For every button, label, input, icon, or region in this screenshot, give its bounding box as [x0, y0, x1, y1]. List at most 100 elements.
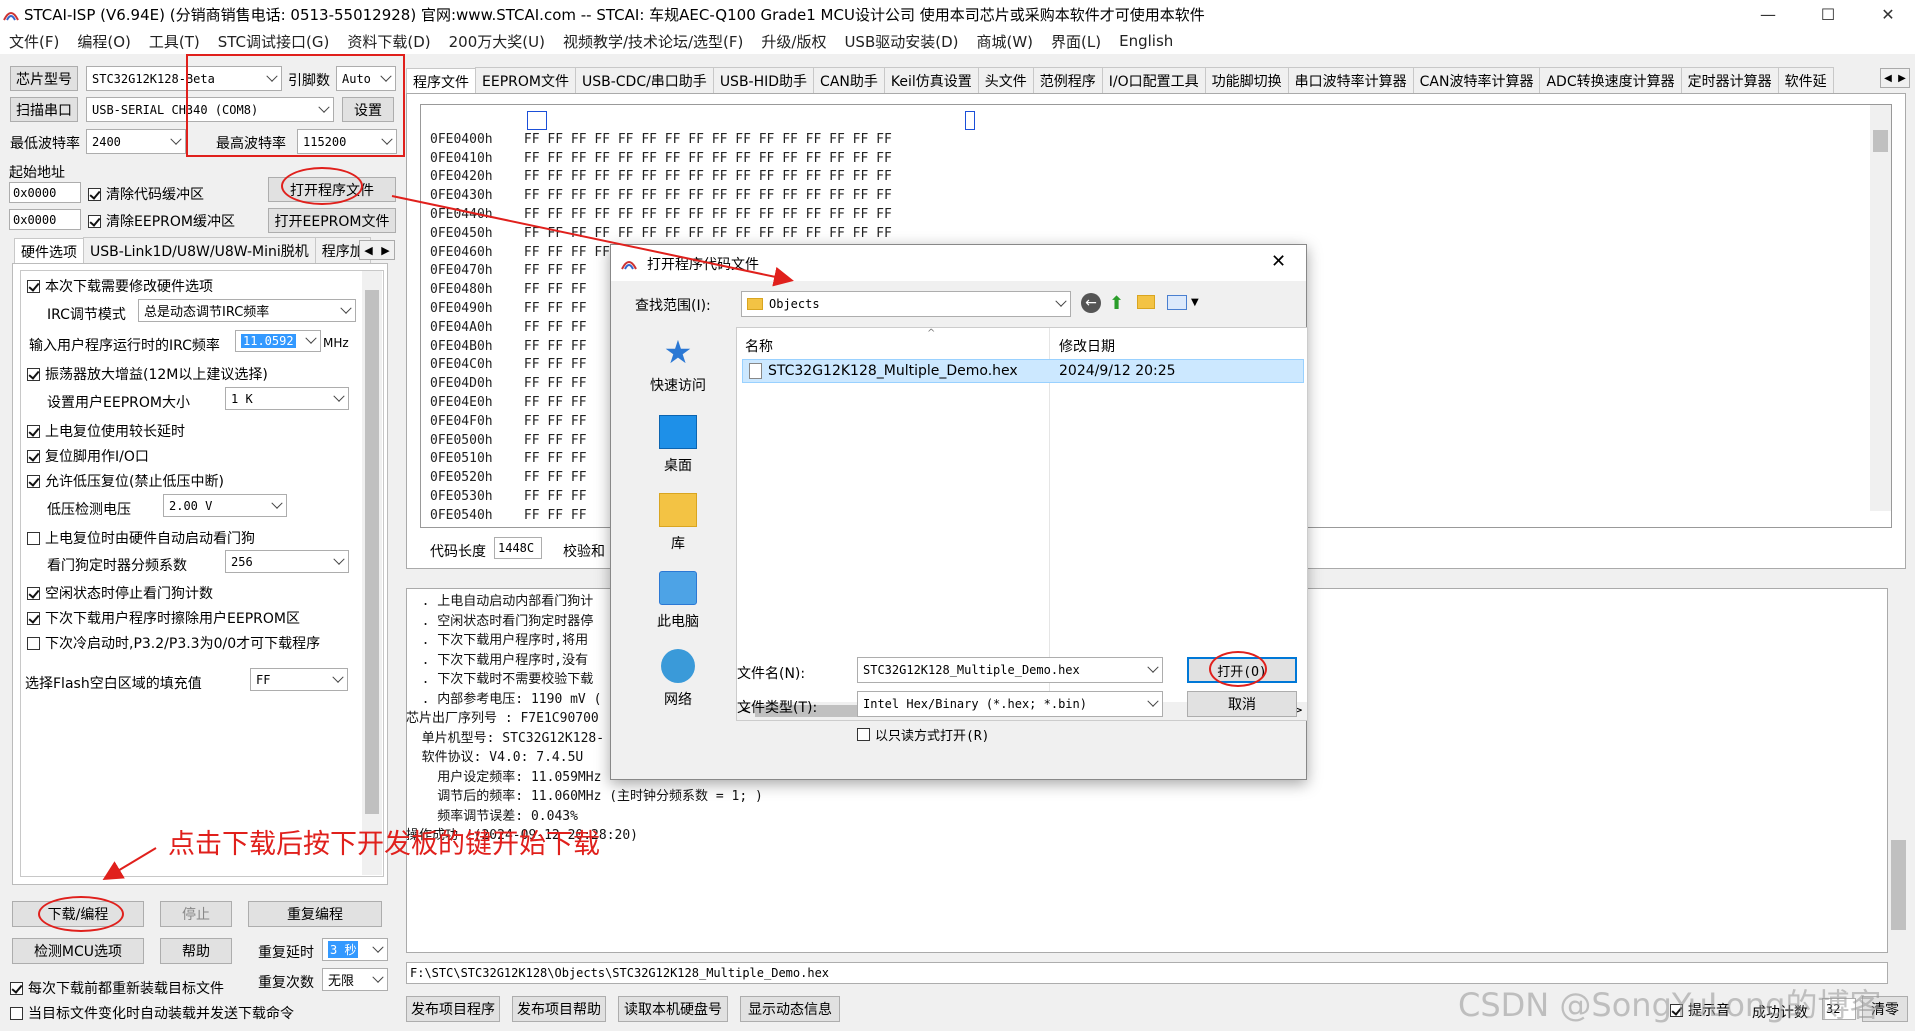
wdt-div-select[interactable]: 256: [225, 550, 349, 573]
tab-scroll-arrows[interactable]: ◀ ▶: [359, 240, 395, 260]
menu-mall[interactable]: 商城(W): [977, 31, 1034, 52]
right-tab-scroll-arrows[interactable]: ◀ ▶: [1880, 68, 1910, 88]
lookin-select[interactable]: Objects: [741, 291, 1071, 317]
tab-io-config[interactable]: I/O口配置工具: [1101, 67, 1206, 94]
tab-keil-sim[interactable]: Keil仿真设置: [883, 67, 979, 94]
reset-io-checkbox[interactable]: 复位脚用作I/O口: [27, 446, 149, 466]
new-folder-icon[interactable]: [1137, 295, 1155, 309]
publish-program-button[interactable]: 发布项目程序: [406, 996, 500, 1022]
place-desktop[interactable]: 桌面: [623, 415, 733, 475]
tab-examples[interactable]: 范例程序: [1032, 67, 1103, 94]
lvd-label: 低压检测电压: [47, 502, 131, 518]
wdt-auto-checkbox[interactable]: 上电复位时由硬件自动启动看门狗: [27, 528, 255, 548]
tab-adc-calc[interactable]: ADC转换速度计算器: [1539, 67, 1682, 94]
reload-each-checkbox[interactable]: 每次下载前都重新装载目标文件: [10, 978, 224, 998]
erase-eeprom-checkbox[interactable]: 下次下载用户程序时擦除用户EEPROM区: [27, 608, 300, 628]
menu-tools[interactable]: 工具(T): [149, 31, 200, 52]
irc-mode-select[interactable]: 总是动态调节IRC频率: [138, 299, 356, 322]
menu-interface[interactable]: 界面(L): [1051, 31, 1101, 52]
cancel-button[interactable]: 取消: [1187, 691, 1297, 717]
min-baud-select[interactable]: 2400: [86, 129, 186, 154]
publish-help-button[interactable]: 发布项目帮助: [512, 996, 606, 1022]
view-dropdown-icon[interactable]: ▼: [1191, 297, 1199, 308]
column-name-header[interactable]: 名称: [745, 336, 773, 356]
tab-timer-calc[interactable]: 定时器计算器: [1680, 67, 1779, 94]
up-folder-icon[interactable]: ⬆: [1109, 293, 1124, 314]
repeat-count-select[interactable]: 无限: [322, 968, 388, 991]
place-this-pc[interactable]: 此电脑: [623, 571, 733, 631]
arrow-right-icon[interactable]: ▶: [381, 244, 389, 257]
help-button[interactable]: 帮助: [160, 938, 232, 964]
lvr-checkbox[interactable]: 允许低压复位(禁止低压中断): [27, 471, 224, 491]
reprogram-button[interactable]: 重复编程: [248, 901, 382, 927]
arrow-left-icon[interactable]: ◀: [1884, 73, 1892, 84]
place-network[interactable]: 网络: [623, 649, 733, 709]
menu-program[interactable]: 编程(O): [77, 31, 131, 52]
idle-wdt-checkbox[interactable]: 空闲状态时停止看门狗计数: [27, 583, 213, 603]
log-scroll-thumb[interactable]: [1891, 840, 1906, 930]
maximize-button[interactable]: ☐: [1800, 0, 1856, 28]
back-icon[interactable]: ←: [1081, 293, 1101, 313]
chip-type-button[interactable]: 芯片型号: [10, 66, 78, 91]
tab-pin-switch[interactable]: 功能脚切换: [1204, 67, 1289, 94]
irc-freq-select[interactable]: 11.0592: [235, 330, 321, 352]
menu-video[interactable]: 视频教学/技术论坛/选型(F): [563, 31, 743, 52]
computer-icon: [659, 571, 697, 605]
tab-eeprom-file[interactable]: EEPROM文件: [475, 67, 576, 94]
menu-upgrade[interactable]: 升级/版权: [761, 31, 826, 52]
filename-input[interactable]: STC32G12K128_Multiple_Demo.hex: [857, 657, 1163, 683]
eeprom-address-input[interactable]: 0x0000: [9, 209, 81, 230]
arrow-right-icon[interactable]: ▶: [1898, 73, 1906, 84]
hex-scroll-thumb[interactable]: [1873, 130, 1888, 152]
tab-delay-calc[interactable]: 软件延: [1777, 67, 1834, 94]
filetype-select[interactable]: Intel Hex/Binary (*.hex; *.bin): [857, 691, 1163, 717]
tab-can-helper[interactable]: CAN助手: [813, 67, 885, 94]
clear-code-buffer-checkbox[interactable]: 清除代码缓冲区: [88, 184, 204, 204]
wdt-auto-label: 上电复位时由硬件自动启动看门狗: [45, 531, 255, 547]
tab-usb-link[interactable]: USB-Link1D/U8W/U8W-Mini脱机: [83, 237, 316, 264]
repeat-delay-select[interactable]: 3 秒: [322, 938, 388, 961]
minimize-button[interactable]: —: [1740, 0, 1796, 28]
stop-button[interactable]: 停止: [160, 901, 232, 927]
check-mcu-button[interactable]: 检测MCU选项: [12, 938, 144, 964]
hex-scrollbar[interactable]: [1870, 105, 1891, 511]
menu-prize[interactable]: 200万大奖(U): [449, 31, 545, 52]
clear-eeprom-buffer-checkbox[interactable]: 清除EEPROM缓冲区: [88, 211, 235, 231]
tab-can-baud-calc[interactable]: CAN波特率计算器: [1412, 67, 1541, 94]
column-date-header[interactable]: 修改日期: [1059, 336, 1115, 356]
lvd-select[interactable]: 2.00 V: [163, 494, 287, 517]
open-eeprom-file-button[interactable]: 打开EEPROM文件: [268, 208, 396, 233]
osc-gain-checkbox[interactable]: 振荡器放大增益(12M以上建议选择): [27, 364, 268, 384]
p32p33-checkbox[interactable]: 下次冷启动时,P3.2/P3.3为0/0才可下载程序: [27, 633, 320, 653]
menu-file[interactable]: 文件(F): [9, 31, 59, 52]
auto-send-checkbox[interactable]: 当目标文件变化时自动装载并发送下载命令: [10, 1003, 294, 1023]
tab-header-files[interactable]: 头文件: [977, 67, 1034, 94]
menu-usb-driver[interactable]: USB驱动安装(D): [844, 31, 958, 52]
modify-hw-checkbox[interactable]: 本次下载需要修改硬件选项: [27, 276, 213, 296]
tab-hardware-options[interactable]: 硬件选项: [14, 238, 84, 265]
place-library[interactable]: 库: [623, 493, 733, 553]
file-row[interactable]: STC32G12K128_Multiple_Demo.hex 2024/9/12…: [742, 359, 1304, 383]
eeprom-size-select[interactable]: 1 K: [225, 387, 349, 410]
fill-value-select[interactable]: FF: [250, 668, 348, 691]
readonly-checkbox[interactable]: 以只读方式打开(R): [857, 725, 989, 744]
menu-english[interactable]: English: [1119, 32, 1173, 50]
eeprom-size-value: 1 K: [231, 391, 253, 406]
show-info-button[interactable]: 显示动态信息: [740, 996, 840, 1022]
tab-uart-baud-calc[interactable]: 串口波特率计算器: [1287, 67, 1414, 94]
hw-scroll-thumb[interactable]: [365, 290, 379, 814]
tab-program-file[interactable]: 程序文件: [406, 68, 476, 94]
arrow-left-icon[interactable]: ◀: [364, 244, 372, 257]
start-address-input[interactable]: 0x0000: [9, 182, 81, 203]
close-button[interactable]: ✕: [1860, 0, 1915, 28]
menu-download[interactable]: 资料下载(D): [347, 31, 430, 52]
view-menu-icon[interactable]: [1167, 295, 1187, 310]
scan-port-button[interactable]: 扫描串口: [10, 97, 78, 122]
menu-debug[interactable]: STC调试接口(G): [218, 31, 330, 52]
tab-usb-cdc[interactable]: USB-CDC/串口助手: [574, 67, 714, 94]
place-quick-access[interactable]: ★ 快速访问: [623, 335, 733, 395]
tab-usb-hid[interactable]: USB-HID助手: [712, 67, 815, 94]
read-disk-button[interactable]: 读取本机硬盘号: [618, 996, 728, 1022]
long-delay-checkbox[interactable]: 上电复位使用较长延时: [27, 421, 185, 441]
dialog-close-icon[interactable]: ✕: [1271, 251, 1286, 272]
